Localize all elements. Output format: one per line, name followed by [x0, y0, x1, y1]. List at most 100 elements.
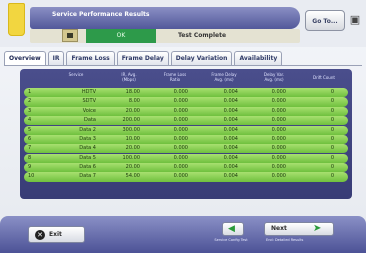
footer-bar: ✕ Exit ◀ Service Config Test Next ➤ End:…: [0, 216, 366, 253]
table-row[interactable]: 4 Data 200.00 0.000 0.004 0.000 0: [24, 116, 348, 126]
cell-frame-delay: 0.004: [223, 145, 238, 152]
tab-delay-variation[interactable]: Delay Variation: [170, 51, 233, 65]
cell-drift: 0: [330, 89, 334, 95]
cell-service: HDTV: [81, 89, 96, 95]
cell-id: 1: [28, 89, 32, 95]
results-table: Service IR, Avg. (Mbps) Frame Loss Ratio…: [20, 69, 352, 199]
tab-bar: Overview IR Frame Loss Frame Delay Delay…: [4, 51, 284, 65]
tab-ir[interactable]: IR: [47, 51, 65, 65]
cell-frame-delay: 0.004: [223, 126, 238, 133]
cell-id: 8: [28, 154, 32, 161]
cell-service: Data 2: [79, 126, 96, 133]
cell-frame-loss: 0.000: [173, 117, 188, 124]
cell-service: Data: [84, 117, 96, 124]
save-icon[interactable]: [62, 29, 78, 42]
camera-icon[interactable]: ▣: [348, 13, 362, 27]
cell-frame-delay: 0.004: [223, 164, 238, 170]
cell-service: Data 7: [79, 173, 96, 180]
table-row[interactable]: 9 Data 6 20.00 0.000 0.004 0.000 0: [24, 163, 348, 173]
cell-id: 4: [28, 117, 32, 124]
cell-ir: 20.00: [125, 107, 140, 114]
cell-id: 2: [28, 98, 32, 105]
cell-frame-loss: 0.000: [173, 98, 188, 105]
table-row[interactable]: 2 SDTV 8.00 0.000 0.004 0.000 0: [24, 97, 348, 107]
cell-ir: 20.00: [125, 145, 140, 152]
tab-availability[interactable]: Availability: [234, 51, 283, 65]
next-caption: End: Detailed Results: [266, 238, 304, 242]
tab-frame-loss[interactable]: Frame Loss: [66, 51, 115, 65]
cell-drift: 0: [330, 164, 334, 170]
column-header-ir: IR, Avg. (Mbps): [121, 72, 137, 82]
ok-status-badge: OK: [86, 29, 156, 43]
header: Service Performance Results OK Test Comp…: [0, 0, 366, 47]
cell-service: Data 4: [79, 145, 96, 152]
table-row[interactable]: 6 Data 3 10.00 0.000 0.004 0.000 0: [24, 134, 348, 145]
cell-drift: 0: [330, 145, 334, 152]
status-text: Test Complete: [178, 32, 227, 39]
tab-frame-delay[interactable]: Frame Delay: [116, 51, 169, 65]
table-body: 1 HDTV 18.00 0.000 0.004 0.000 0 2 SDTV 8.00 0.000…: [24, 88, 348, 182]
cell-service: Data 3: [79, 135, 96, 142]
cell-delay-var: 0.000: [271, 89, 286, 95]
exit-label: Exit: [49, 231, 62, 238]
tab-overview[interactable]: Overview: [4, 51, 46, 65]
yellow-tab[interactable]: [8, 3, 25, 36]
back-caption: Service Config Test: [214, 238, 248, 242]
cell-frame-loss: 0.000: [173, 154, 188, 161]
cell-ir: 10.00: [125, 135, 140, 142]
column-header-frame-loss: Frame Loss Ratio: [163, 72, 187, 82]
cell-delay-var: 0.000: [271, 107, 286, 114]
close-icon: ✕: [35, 230, 45, 240]
cell-id: 3: [28, 107, 32, 114]
title-bar: Service Performance Results: [30, 7, 300, 29]
cell-drift: 0: [330, 126, 334, 133]
table-row[interactable]: 5 Data 2 300.00 0.000 0.004 0.000 0: [24, 125, 348, 135]
cell-id: 9: [28, 164, 32, 170]
column-header-delay-var: Delay Var. Avg. (ms): [263, 72, 285, 82]
cell-frame-delay: 0.004: [223, 98, 238, 105]
app-window: Service Performance Results OK Test Comp…: [0, 0, 366, 253]
cell-frame-delay: 0.004: [223, 154, 238, 161]
table-row[interactable]: 10 Data 7 54.00 0.000 0.004 0.000 0: [24, 172, 348, 182]
cell-ir: 18.00: [125, 89, 140, 95]
cell-frame-loss: 0.000: [173, 89, 188, 95]
cell-frame-delay: 0.004: [223, 135, 238, 142]
next-label: Next: [271, 225, 287, 232]
cell-frame-delay: 0.004: [223, 117, 238, 124]
cell-delay-var: 0.000: [271, 98, 286, 105]
cell-ir: 54.00: [125, 173, 140, 180]
cell-ir: 8.00: [128, 98, 140, 105]
cell-id: 10: [28, 173, 35, 180]
table-row[interactable]: 1 HDTV 18.00 0.000 0.004 0.000 0: [24, 88, 348, 98]
cell-delay-var: 0.000: [271, 135, 286, 142]
cell-frame-loss: 0.000: [173, 126, 188, 133]
cell-drift: 0: [330, 98, 334, 105]
cell-frame-loss: 0.000: [173, 173, 188, 180]
cell-drift: 0: [330, 107, 334, 114]
cell-drift: 0: [330, 117, 334, 124]
cell-frame-loss: 0.000: [173, 164, 188, 170]
arrow-right-icon: ➤: [313, 223, 322, 234]
table-row[interactable]: 7 Data 4 20.00 0.000 0.004 0.000 0: [24, 144, 348, 154]
back-button[interactable]: ◀: [222, 222, 244, 236]
cell-frame-delay: 0.004: [223, 173, 238, 180]
cell-ir: 200.00: [122, 117, 141, 124]
cell-delay-var: 0.000: [271, 145, 286, 152]
table-row[interactable]: 8 Data 5 100.00 0.000 0.004 0.000 0: [24, 153, 348, 163]
status-bar: OK Test Complete: [30, 29, 300, 43]
go-to-button[interactable]: Go To...: [305, 10, 345, 31]
next-button[interactable]: Next ➤: [264, 222, 334, 236]
cell-delay-var: 0.000: [271, 164, 286, 170]
table-row[interactable]: 3 Voice 20.00 0.000 0.004 0.000 0: [24, 106, 348, 116]
cell-service: Data 5: [79, 154, 96, 161]
column-header-frame-delay: Frame Delay Avg. (ms): [211, 72, 237, 82]
tab-divider: [4, 65, 362, 66]
table-header: Service IR, Avg. (Mbps) Frame Loss Ratio…: [20, 69, 352, 87]
cell-delay-var: 0.000: [271, 173, 286, 180]
cell-service: Data 6: [79, 164, 96, 170]
cell-service: Voice: [82, 107, 96, 114]
cell-drift: 0: [330, 173, 334, 180]
cell-id: 6: [28, 135, 32, 142]
cell-drift: 0: [330, 154, 334, 161]
exit-button[interactable]: ✕ Exit: [28, 226, 85, 243]
